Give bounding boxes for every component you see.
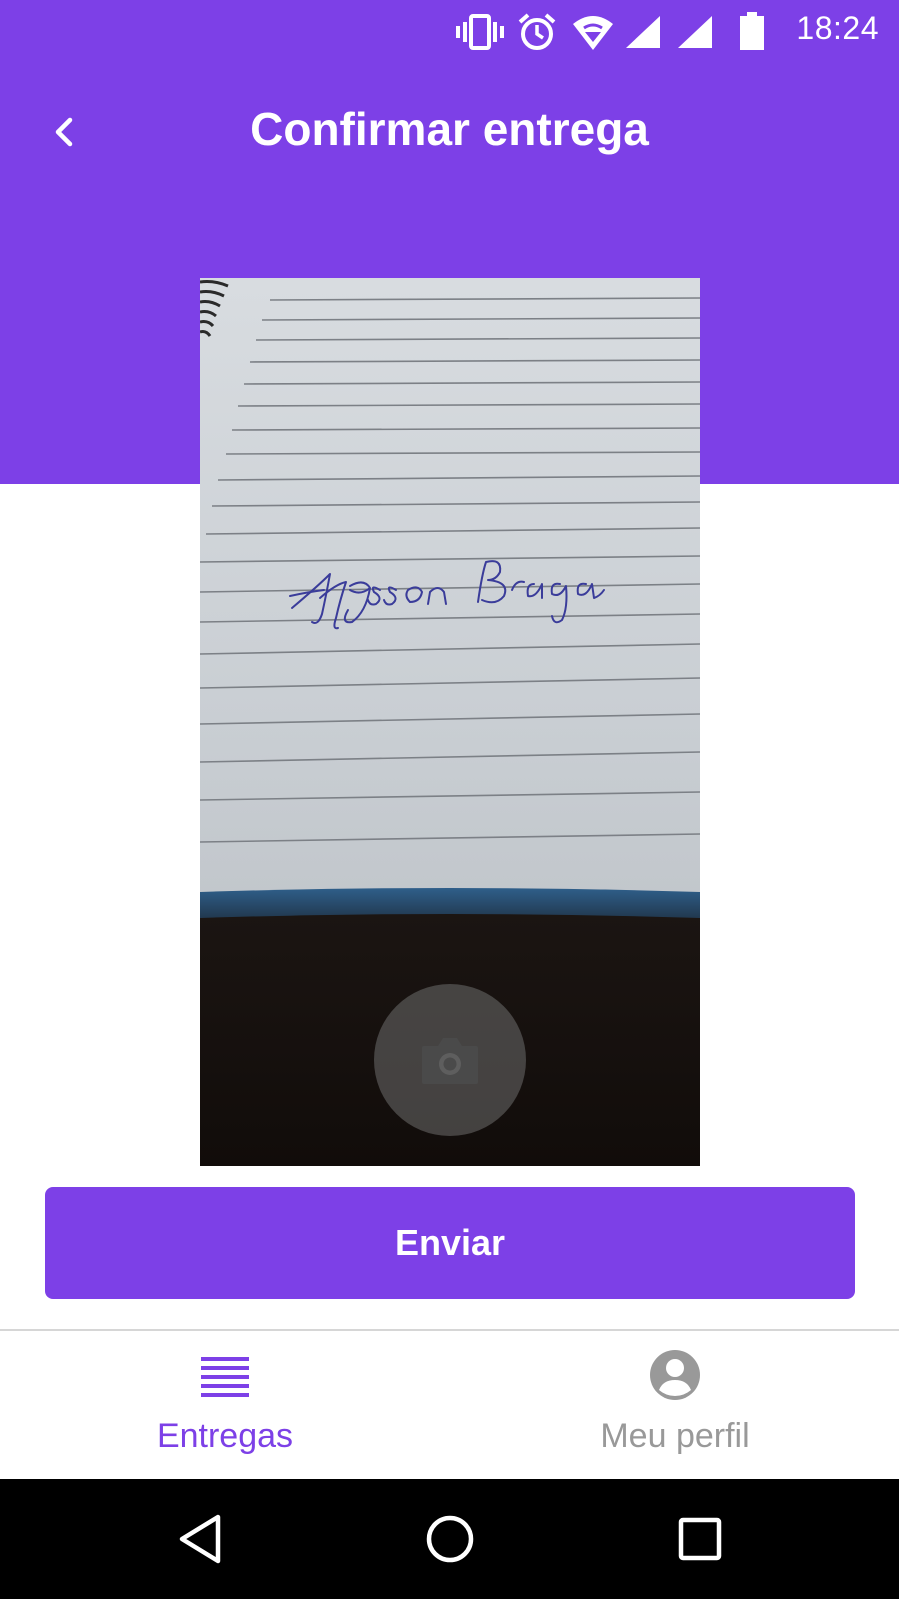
list-icon (201, 1357, 249, 1397)
system-recents-button[interactable] (658, 1497, 742, 1581)
camera-button[interactable] (374, 984, 526, 1136)
tab-entregas[interactable]: Entregas (75, 1345, 375, 1475)
system-home-button[interactable] (408, 1497, 492, 1581)
status-time: 18:24 (796, 10, 879, 46)
home-circle-icon (426, 1515, 474, 1563)
recents-square-icon (678, 1517, 722, 1561)
system-back-button[interactable] (158, 1497, 242, 1581)
wifi-icon (573, 16, 613, 50)
battery-icon (740, 12, 764, 50)
divider (0, 1329, 899, 1331)
camera-icon (422, 1038, 478, 1084)
vibrate-icon (456, 14, 504, 50)
page-title: Confirmar entrega (250, 103, 649, 155)
tab-label: Meu perfil (600, 1417, 750, 1455)
tab-meu-perfil[interactable]: Meu perfil (525, 1345, 825, 1475)
signal-icon (626, 16, 660, 48)
tab-label: Entregas (156, 1417, 294, 1455)
account-circle-icon (650, 1350, 700, 1400)
back-triangle-icon (179, 1514, 221, 1564)
system-nav-bar (0, 1479, 899, 1599)
screen: 18:24 Confirmar entrega Enviar Entregas … (0, 0, 899, 1599)
signal-icon (678, 16, 712, 48)
alarm-icon (518, 13, 556, 50)
status-bar: 18:24 (0, 0, 899, 64)
submit-button[interactable]: Enviar (45, 1187, 855, 1299)
